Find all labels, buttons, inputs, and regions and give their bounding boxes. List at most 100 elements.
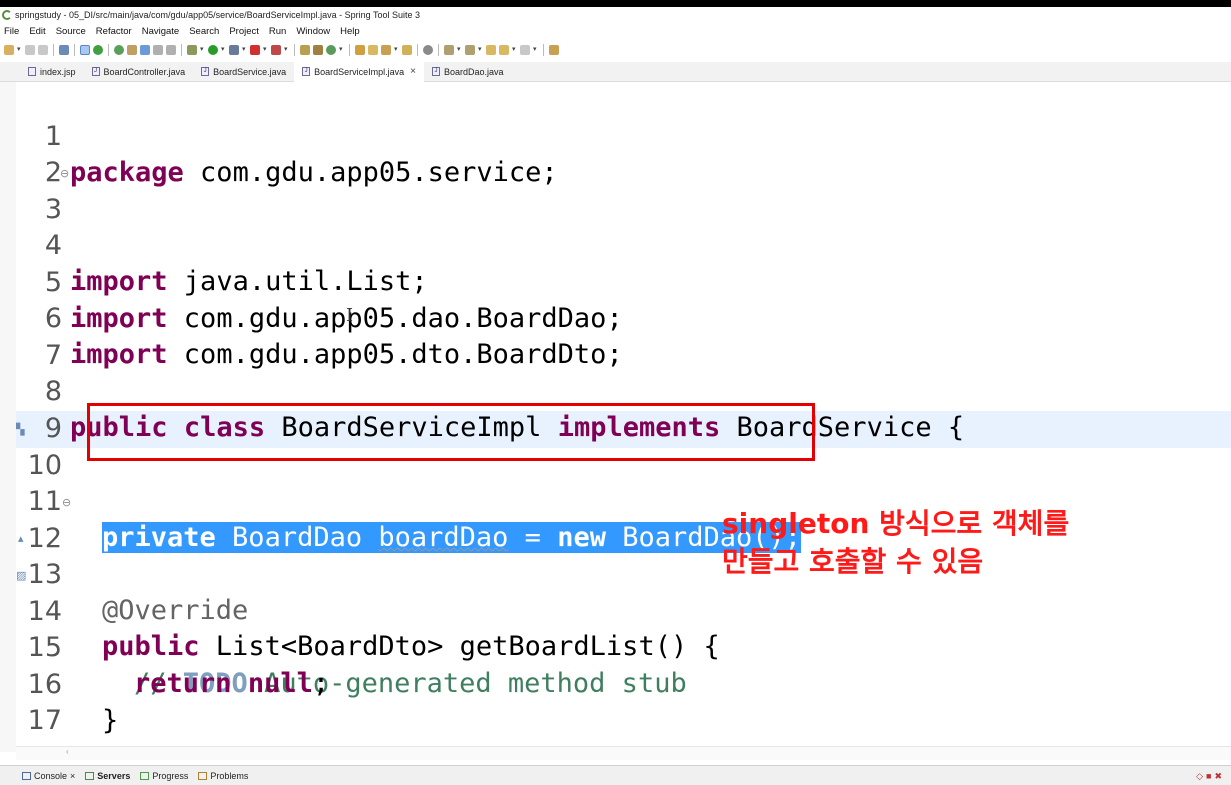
menu-edit[interactable]: Edit [29,26,45,37]
code-line-18: 18 } [16,704,1216,752]
tab-label: BoardController.java [103,66,186,77]
stop-icon[interactable] [250,45,260,55]
code-line-15: 15 return null; [16,594,1216,699]
external-tools-icon[interactable] [271,45,281,55]
globe-icon[interactable] [423,45,433,55]
tab-servers[interactable]: Servers [85,771,130,781]
window-titlebar: springstudy - 05_DI/src/main/java/com/gd… [0,7,1231,22]
search-icon[interactable] [381,45,391,55]
run-icon[interactable] [208,45,218,55]
chevron-down-icon[interactable]: ▾ [200,45,205,55]
refresh-icon[interactable] [114,45,124,55]
pin-editor-icon[interactable] [549,45,559,55]
fold-collapse-icon[interactable]: ⊖ [62,485,71,521]
spring-tool-suite-icon [2,9,12,20]
forward-icon[interactable] [520,45,530,55]
chevron-down-icon[interactable]: ▾ [339,45,344,55]
menu-refactor[interactable]: Refactor [96,26,132,37]
new-icon[interactable] [4,45,14,55]
bottom-panel-tabs: Console × Servers Progress Problems ◇■✖ [0,765,1231,785]
chevron-down-icon[interactable]: ▾ [394,45,399,55]
whitespace-icon[interactable] [166,45,176,55]
fold-collapse-icon[interactable]: ⊖ [60,156,69,192]
console-icon [22,771,31,780]
block-icon[interactable] [153,45,163,55]
tab-problems[interactable]: Problems [198,771,248,781]
scroll-left-icon[interactable]: ‹ [66,747,69,756]
tab-label: Problems [210,770,249,781]
new-package-icon[interactable] [300,45,310,55]
pin-icon[interactable] [127,45,137,55]
tab-console[interactable]: Console × [22,771,75,781]
overlay-annotation: singleton 방식으로 객체를 만들고 호출할 수 있음 [722,505,1069,581]
toolbar-separator [294,44,295,56]
chevron-down-icon[interactable]: ▾ [512,45,517,55]
highlight-icon[interactable] [140,45,150,55]
chevron-down-icon[interactable]: ▾ [284,45,289,55]
tab-list-icon[interactable] [0,62,20,82]
window-title: springstudy - 05_DI/src/main/java/com/gd… [15,9,421,20]
menu-window[interactable]: Window [296,26,330,37]
open-type-icon[interactable] [355,45,365,55]
tab-label: BoardService.java [213,66,287,77]
toolbar-separator [438,44,439,56]
tab-label: BoardDao.java [444,66,504,77]
toggle-icon[interactable] [80,45,90,55]
save-icon[interactable] [25,45,35,55]
chevron-down-icon[interactable]: ▾ [457,45,462,55]
tab-board-service-impl[interactable]: J BoardServiceImpl.java × [294,61,425,82]
code-line-2: 2 [16,119,1216,188]
progress-icon [140,771,150,780]
close-icon[interactable]: × [70,771,75,781]
save-all-icon[interactable] [38,45,48,55]
server-start-icon[interactable] [93,45,103,55]
tab-label: Progress [152,770,189,781]
menu-source[interactable]: Source [56,26,86,37]
horizontal-scrollbar[interactable]: ‹ [16,746,1231,760]
code-line-16: 16 } [16,631,1216,736]
pin-icon[interactable]: ◇ [1196,771,1206,781]
tab-label: index.jsp [40,66,76,77]
next-annotation-icon[interactable] [444,45,454,55]
remove-icon[interactable]: ✖ [1214,771,1225,781]
chevron-down-icon[interactable]: ▾ [242,45,247,55]
menu-file[interactable]: File [4,26,19,37]
previous-annotation-icon[interactable] [465,45,475,55]
coverage-icon[interactable] [229,45,239,55]
menu-search[interactable]: Search [189,26,219,37]
back-icon[interactable] [499,45,509,55]
toolbar-separator [417,44,418,56]
chevron-down-icon[interactable]: ▾ [533,45,538,55]
open-task-icon[interactable] [368,45,378,55]
code-line-4: 4 [16,192,1216,261]
menu-navigate[interactable]: Navigate [142,26,180,37]
tab-board-dao[interactable]: J BoardDao.java [424,62,512,82]
editor-tab-bar: index.jsp J BoardController.java J Board… [0,61,1231,82]
chevron-down-icon[interactable]: ▾ [17,45,22,55]
chevron-down-icon[interactable]: ▾ [263,45,268,55]
override-marker-icon: ▴ [18,532,24,545]
close-icon[interactable]: × [410,66,416,77]
marker-icon: ▚ [16,423,25,436]
annotation-icon[interactable] [402,45,412,55]
annotation-line-1: singleton 방식으로 객체를 [722,507,1070,540]
panel-controls: ◇■✖ [1196,771,1225,782]
tab-index-jsp[interactable]: index.jsp [20,62,84,82]
terminal-icon[interactable] [59,45,69,55]
tab-board-controller[interactable]: J BoardController.java [84,62,194,82]
toolbar-separator [108,44,109,56]
tab-progress[interactable]: Progress [140,771,188,781]
new-class-icon[interactable] [313,45,323,55]
menu-run[interactable]: Run [269,26,286,37]
menu-project[interactable]: Project [229,26,259,37]
task-marker-icon: ▨ [16,569,27,582]
chevron-down-icon[interactable]: ▾ [221,45,226,55]
debug-icon[interactable] [187,45,197,55]
tab-board-service[interactable]: J BoardService.java [193,62,294,82]
tab-label: BoardServiceImpl.java [314,66,405,77]
last-edit-icon[interactable] [486,45,496,55]
chevron-down-icon[interactable]: ▾ [478,45,483,55]
tab-label: Console [34,770,68,781]
menu-help[interactable]: Help [340,26,360,37]
new-type-icon[interactable] [326,45,336,55]
